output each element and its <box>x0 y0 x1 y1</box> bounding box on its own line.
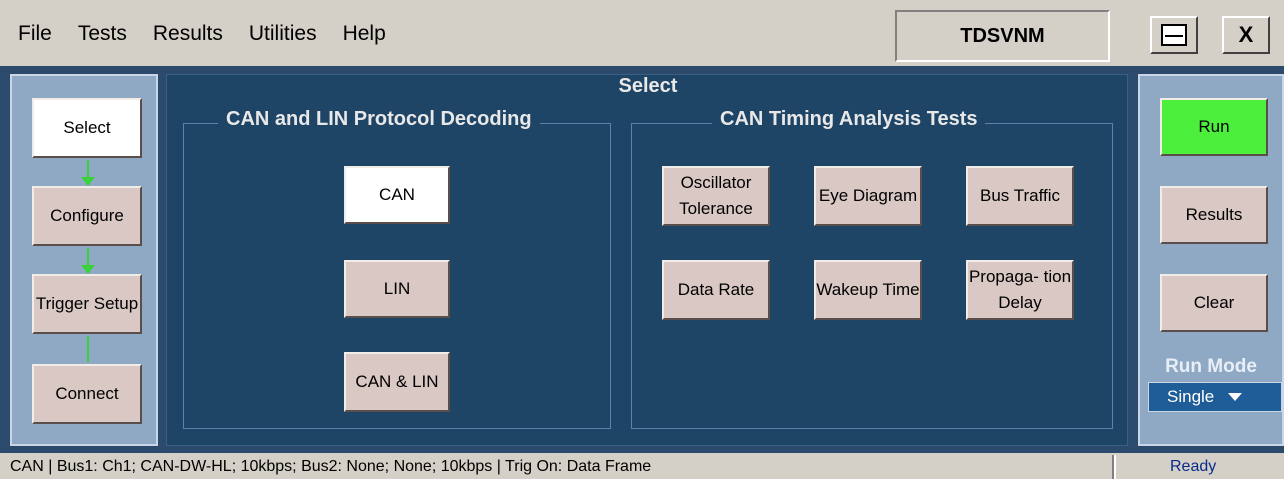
flow-arrow-icon <box>81 160 95 186</box>
nav-trigger-setup-button[interactable]: Trigger Setup <box>32 274 142 334</box>
right-control-panel: Run Results Clear Run Mode Single <box>1138 74 1284 446</box>
run-mode-dropdown[interactable]: Single <box>1148 382 1282 412</box>
nav-configure-button[interactable]: Configure <box>32 186 142 246</box>
menu-bar: File Tests Results Utilities Help TDSVNM… <box>0 0 1284 66</box>
status-text: CAN | Bus1: Ch1; CAN-DW-HL; 10kbps; Bus2… <box>10 458 652 475</box>
results-button[interactable]: Results <box>1160 186 1268 244</box>
wakeup-time-button[interactable]: Wakeup Time <box>814 260 922 320</box>
chevron-down-icon <box>1228 393 1243 401</box>
run-button[interactable]: Run <box>1160 98 1268 156</box>
propagation-delay-button[interactable]: Propaga- tion Delay <box>966 260 1074 320</box>
bus-traffic-button[interactable]: Bus Traffic <box>966 166 1074 226</box>
app-title: TDSVNM <box>895 10 1110 62</box>
flow-arrow-icon <box>81 248 95 274</box>
menu-help[interactable]: Help <box>343 22 386 46</box>
page-title: Select <box>618 75 678 97</box>
menu-tests[interactable]: Tests <box>78 22 127 46</box>
status-divider <box>1112 455 1116 479</box>
eye-diagram-button[interactable]: Eye Diagram <box>814 166 922 226</box>
left-nav-panel: Select Configure Trigger Setup Connect <box>10 74 158 446</box>
select-panel: Select CAN and LIN Protocol Decoding CAN… <box>166 74 1128 446</box>
nav-select-button[interactable]: Select <box>32 98 142 158</box>
timing-group-label: CAN Timing Analysis Tests <box>712 108 986 131</box>
status-ready: Ready <box>1170 458 1217 475</box>
clear-button[interactable]: Clear <box>1160 274 1268 332</box>
nav-connect-button[interactable]: Connect <box>32 364 142 424</box>
close-button[interactable]: X <box>1222 16 1270 54</box>
scope-toggle-button[interactable] <box>1150 16 1198 54</box>
run-mode-label: Run Mode <box>1165 356 1257 377</box>
menu-file[interactable]: File <box>18 22 52 46</box>
menu: File Tests Results Utilities Help <box>18 22 412 46</box>
data-rate-button[interactable]: Data Rate <box>662 260 770 320</box>
oscilloscope-icon <box>1161 24 1187 46</box>
run-mode-value: Single <box>1167 387 1215 406</box>
flow-line <box>87 336 89 362</box>
can-lin-button[interactable]: CAN & LIN <box>344 352 450 412</box>
menu-results[interactable]: Results <box>153 22 223 46</box>
can-button[interactable]: CAN <box>344 166 450 224</box>
protocol-decoding-group: CAN and LIN Protocol Decoding CAN LIN CA… <box>183 108 611 429</box>
menu-utilities[interactable]: Utilities <box>249 22 317 46</box>
lin-button[interactable]: LIN <box>344 260 450 318</box>
protocol-group-label: CAN and LIN Protocol Decoding <box>218 108 540 131</box>
status-bar: CAN | Bus1: Ch1; CAN-DW-HL; 10kbps; Bus2… <box>0 453 1284 479</box>
oscillator-tolerance-button[interactable]: Oscillator Tolerance <box>662 166 770 226</box>
timing-analysis-group: CAN Timing Analysis Tests Oscillator Tol… <box>631 108 1113 429</box>
